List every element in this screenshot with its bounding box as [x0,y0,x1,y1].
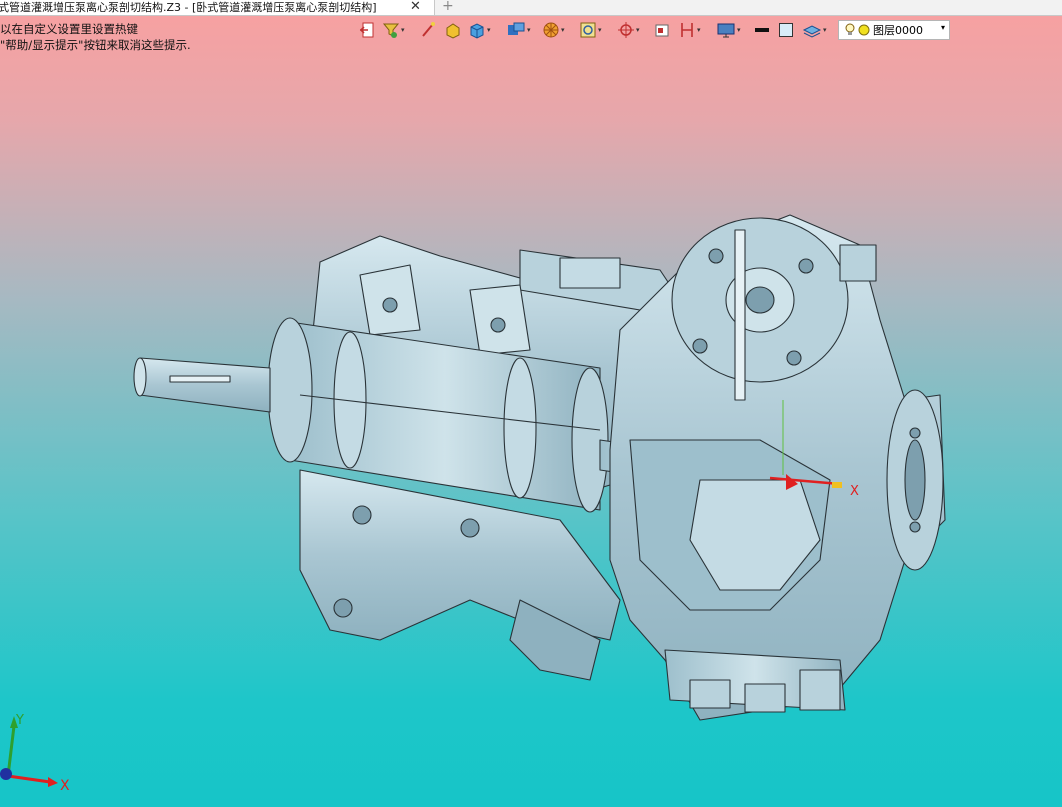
axis-triad: Y X [0,713,70,794]
pump-section-model[interactable]: X [0,0,1062,807]
triad-y-label: Y [15,713,24,728]
triad-x-label: X [60,778,70,794]
model-axis-x-label: X [850,484,859,499]
